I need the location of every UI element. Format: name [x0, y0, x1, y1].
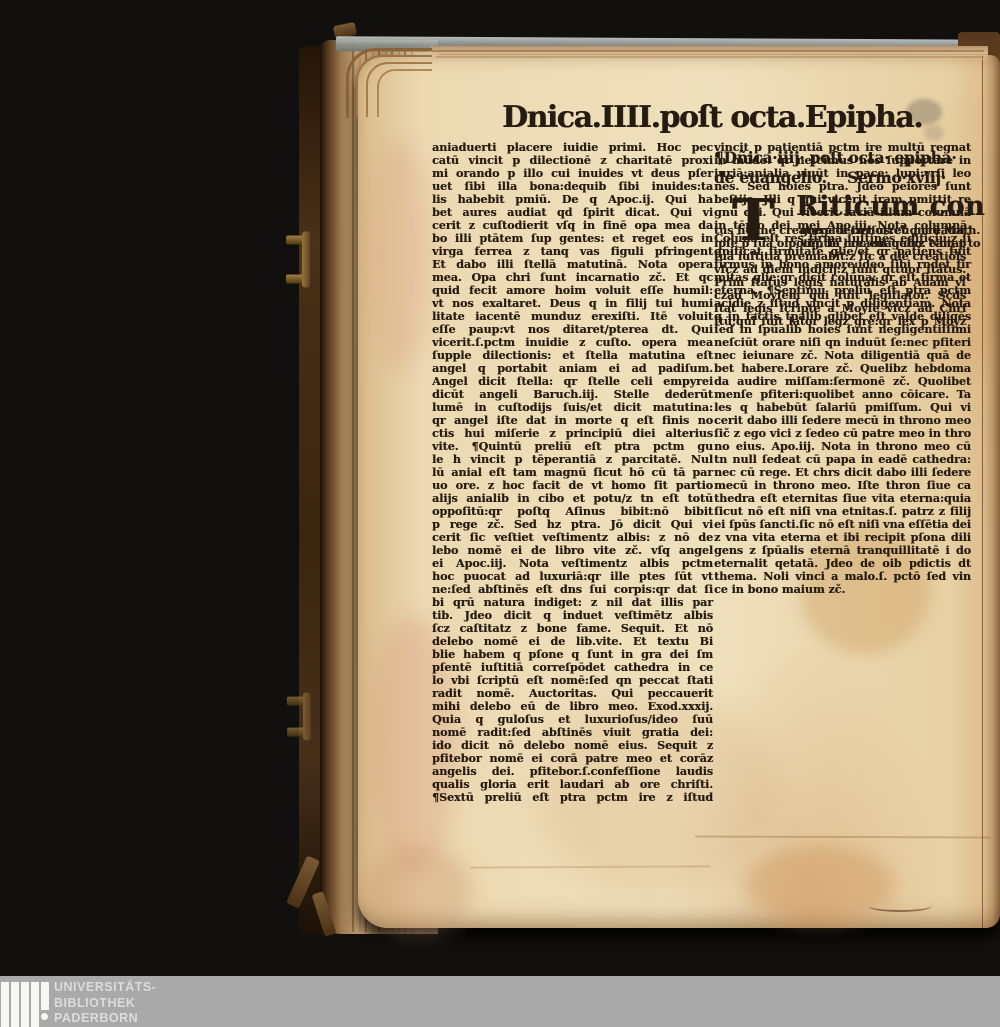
- library-logo-icon: [11, 982, 19, 1027]
- library-watermark-bar: UNIVERSITÄTS- BIBLIOTHEK PADERBORN: [0, 976, 1000, 1027]
- book-page: Dnica.IIII.poſt octa.Epipha. aniaduerti …: [358, 55, 1000, 935]
- running-head: Dnica.IIII.poſt octa.Epipha.: [501, 100, 924, 135]
- text-line: ce in bono maium zč.: [714, 582, 846, 596]
- page-curl-mark: [868, 900, 932, 912]
- paper-stain: [365, 140, 435, 370]
- library-name: UNIVERSITÄTS- BIBLIOTHEK PADERBORN: [54, 980, 156, 1027]
- page-top-edge-line: [432, 50, 984, 52]
- page-top-edge-line: [436, 56, 984, 58]
- sermon-incipit: T Riticum con gregate in horreū meū Math…: [714, 190, 986, 328]
- library-logo-icon: [41, 982, 49, 1010]
- scan-stage: Dnica.IIII.poſt octa.Epipha. aniaduerti …: [0, 0, 1000, 1027]
- section-heading: ¶Dñica·iiij· poſt octa· epipha· de euange…: [714, 148, 986, 188]
- text-line: PADERBORN: [54, 1011, 139, 1025]
- page-corner-edge: [377, 69, 432, 117]
- incipit-first-line: Riticum con: [796, 191, 986, 222]
- library-logo-dot: [41, 1013, 48, 1020]
- library-logo-icon: [31, 982, 39, 1027]
- paper-stain: [363, 845, 473, 935]
- text-line: de euangelio. Sermo·xviij·: [714, 168, 946, 187]
- page-top-edges: [430, 46, 988, 62]
- left-text-column: aniaduerti placere iuidie primi. Hoc pec…: [432, 141, 713, 804]
- right-text-column: vincit p patientiā pctm ire multū regnat…: [714, 141, 986, 596]
- incipit-body-lines: tus hūane creature decurſus:et q creator…: [714, 224, 966, 328]
- text-line: UNIVERSITÄTS-: [54, 980, 157, 994]
- text-line: ¶Dñica·iiij· poſt octa· epipha·: [714, 148, 957, 167]
- page-fore-edge: [982, 55, 1000, 928]
- clasp-bar: [301, 231, 311, 288]
- library-logo-icon: [1, 982, 9, 1027]
- text-line: BIBLIOTHEK: [54, 995, 136, 1010]
- clasp-bar: [302, 692, 312, 741]
- text-line: ſtū;qui fuit lator legz gre:qr lex p Moy…: [714, 314, 967, 328]
- library-logo-icon: [21, 982, 29, 1027]
- paper-stain: [745, 845, 895, 925]
- text-line: ¶Sextū preliū eſt ptra pctm ire z iſtud: [432, 790, 713, 804]
